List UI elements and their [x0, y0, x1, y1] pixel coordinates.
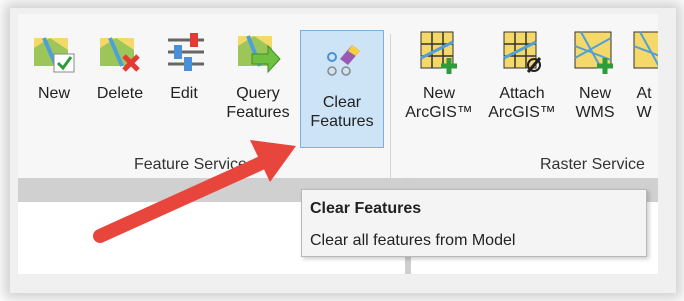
annotation-arrow	[93, 140, 296, 243]
